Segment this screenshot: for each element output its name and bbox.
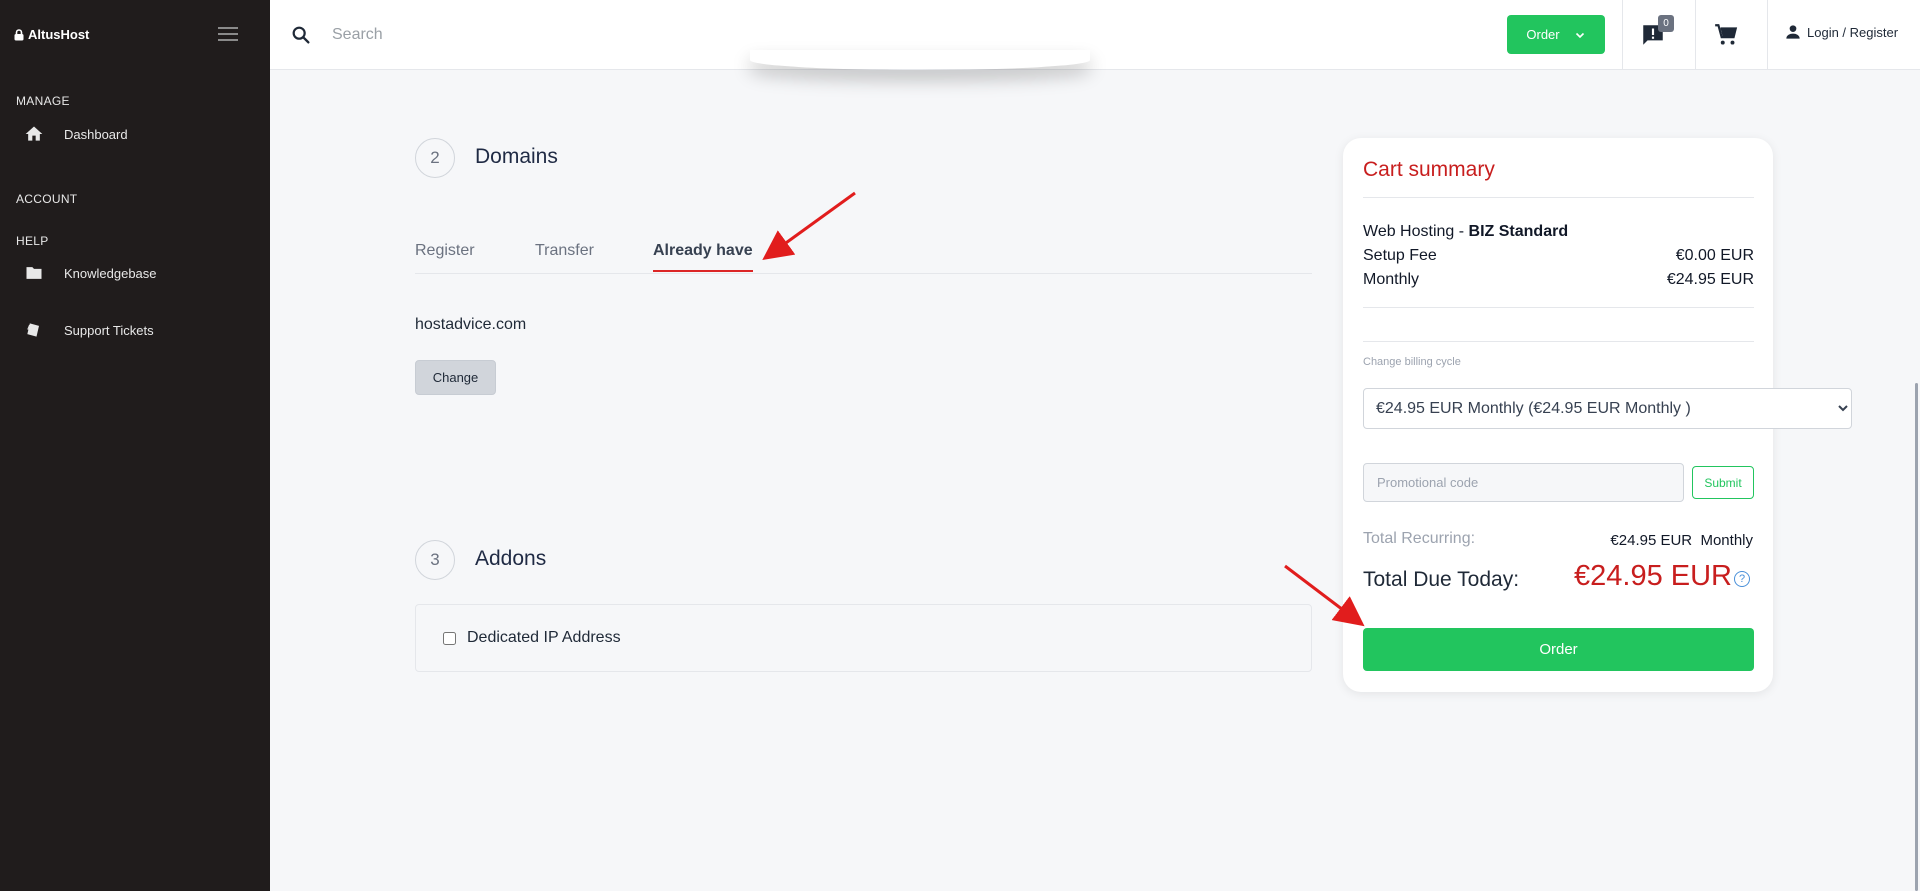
tab-register[interactable]: Register: [415, 242, 475, 270]
search-input[interactable]: [332, 20, 932, 50]
promo-submit-button[interactable]: Submit: [1692, 466, 1754, 499]
product-prefix: Web Hosting -: [1363, 223, 1469, 240]
total-due-label: Total Due Today:: [1363, 568, 1520, 591]
home-icon: [25, 126, 43, 141]
product-plan: BIZ Standard: [1468, 223, 1569, 240]
step-number: 3: [415, 540, 455, 580]
monthly-line: Monthly €24.95 EUR: [1363, 271, 1754, 289]
scrollbar[interactable]: [1915, 383, 1918, 891]
brand-name: AltusHost: [28, 27, 90, 42]
total-recurring-label: Total Recurring:: [1363, 530, 1476, 547]
total-recurring-value: €24.95 EUR Monthly: [1610, 532, 1753, 549]
addon-label: Dedicated IP Address: [467, 629, 621, 646]
order-button-label: Order: [1526, 27, 1560, 42]
tab-already-have[interactable]: Already have: [653, 242, 753, 272]
sidebar-item-label: Support Tickets: [64, 322, 154, 338]
domains-title: Domains: [475, 145, 558, 168]
divider: [1363, 197, 1754, 198]
user-icon: [1786, 25, 1800, 39]
cart-summary: Cart summary Web Hosting - BIZ Standard …: [1343, 138, 1852, 692]
chevron-down-icon: [1575, 32, 1584, 38]
sidebar-item-dashboard[interactable]: Dashboard: [24, 120, 254, 148]
divider: [1622, 0, 1623, 70]
tab-transfer[interactable]: Transfer: [535, 242, 594, 270]
selected-domain: hostadvice.com: [415, 316, 527, 333]
login-register-link[interactable]: Login / Register: [1783, 22, 1898, 42]
search-icon[interactable]: [290, 24, 312, 46]
sidebar-section-help: HELP: [16, 234, 49, 248]
setup-fee-line: Setup Fee €0.00 EUR: [1363, 247, 1754, 265]
divider: [1695, 0, 1696, 70]
sidebar-item-label: Knowledgebase: [64, 265, 157, 281]
divider: [1767, 0, 1768, 70]
monthly-value: €24.95 EUR: [1666, 271, 1754, 288]
billing-cycle-select[interactable]: €24.95 EUR Monthly (€24.95 EUR Monthly ): [1363, 388, 1852, 429]
dropdown-shadow: [750, 50, 1090, 70]
step-number: 2: [415, 138, 455, 178]
help-icon[interactable]: ?: [1734, 571, 1750, 587]
order-button[interactable]: Order: [1363, 628, 1754, 671]
product-line: Web Hosting - BIZ Standard: [1363, 223, 1754, 241]
domain-tabs: Register Transfer Already have: [415, 240, 1312, 274]
dedicated-ip-checkbox[interactable]: [443, 632, 456, 645]
sidebar: AltusHost MANAGE Dashboard ACCOUNT HELP …: [0, 0, 270, 891]
login-label: Login / Register: [1807, 24, 1899, 40]
sidebar-item-label: Dashboard: [64, 126, 128, 142]
cart-icon[interactable]: [1713, 22, 1739, 48]
cart-title: Cart summary: [1363, 158, 1495, 181]
total-due-value: €24.95 EUR: [1574, 560, 1732, 592]
setup-fee-label: Setup Fee: [1363, 247, 1437, 264]
sidebar-item-knowledgebase[interactable]: Knowledgebase: [24, 259, 254, 287]
lock-icon: [14, 28, 24, 40]
sidebar-section-manage: MANAGE: [16, 94, 70, 108]
change-domain-button[interactable]: Change: [415, 360, 496, 395]
folder-icon: [26, 267, 42, 279]
divider: [1363, 341, 1754, 342]
billing-cycle-label: Change billing cycle: [1363, 356, 1461, 368]
topbar: Order 0 Login / Register: [270, 0, 1920, 70]
promo-code-input[interactable]: [1363, 463, 1684, 502]
monthly-label: Monthly: [1363, 271, 1420, 288]
addons-title: Addons: [475, 547, 547, 570]
sidebar-section-account: ACCOUNT: [16, 192, 78, 206]
menu-toggle-icon[interactable]: [218, 27, 238, 41]
divider: [1363, 307, 1754, 308]
product-name: Web Hosting - BIZ Standard: [1363, 223, 1568, 241]
topbar-order-button[interactable]: Order: [1507, 15, 1605, 54]
sidebar-item-support-tickets[interactable]: Support Tickets: [24, 316, 254, 344]
setup-fee-value: €0.00 EUR: [1675, 247, 1754, 264]
brand-logo[interactable]: AltusHost: [14, 27, 89, 42]
addon-item: Dedicated IP Address: [415, 604, 1312, 672]
notifications-badge: 0: [1658, 15, 1674, 32]
tickets-icon: [27, 323, 39, 337]
